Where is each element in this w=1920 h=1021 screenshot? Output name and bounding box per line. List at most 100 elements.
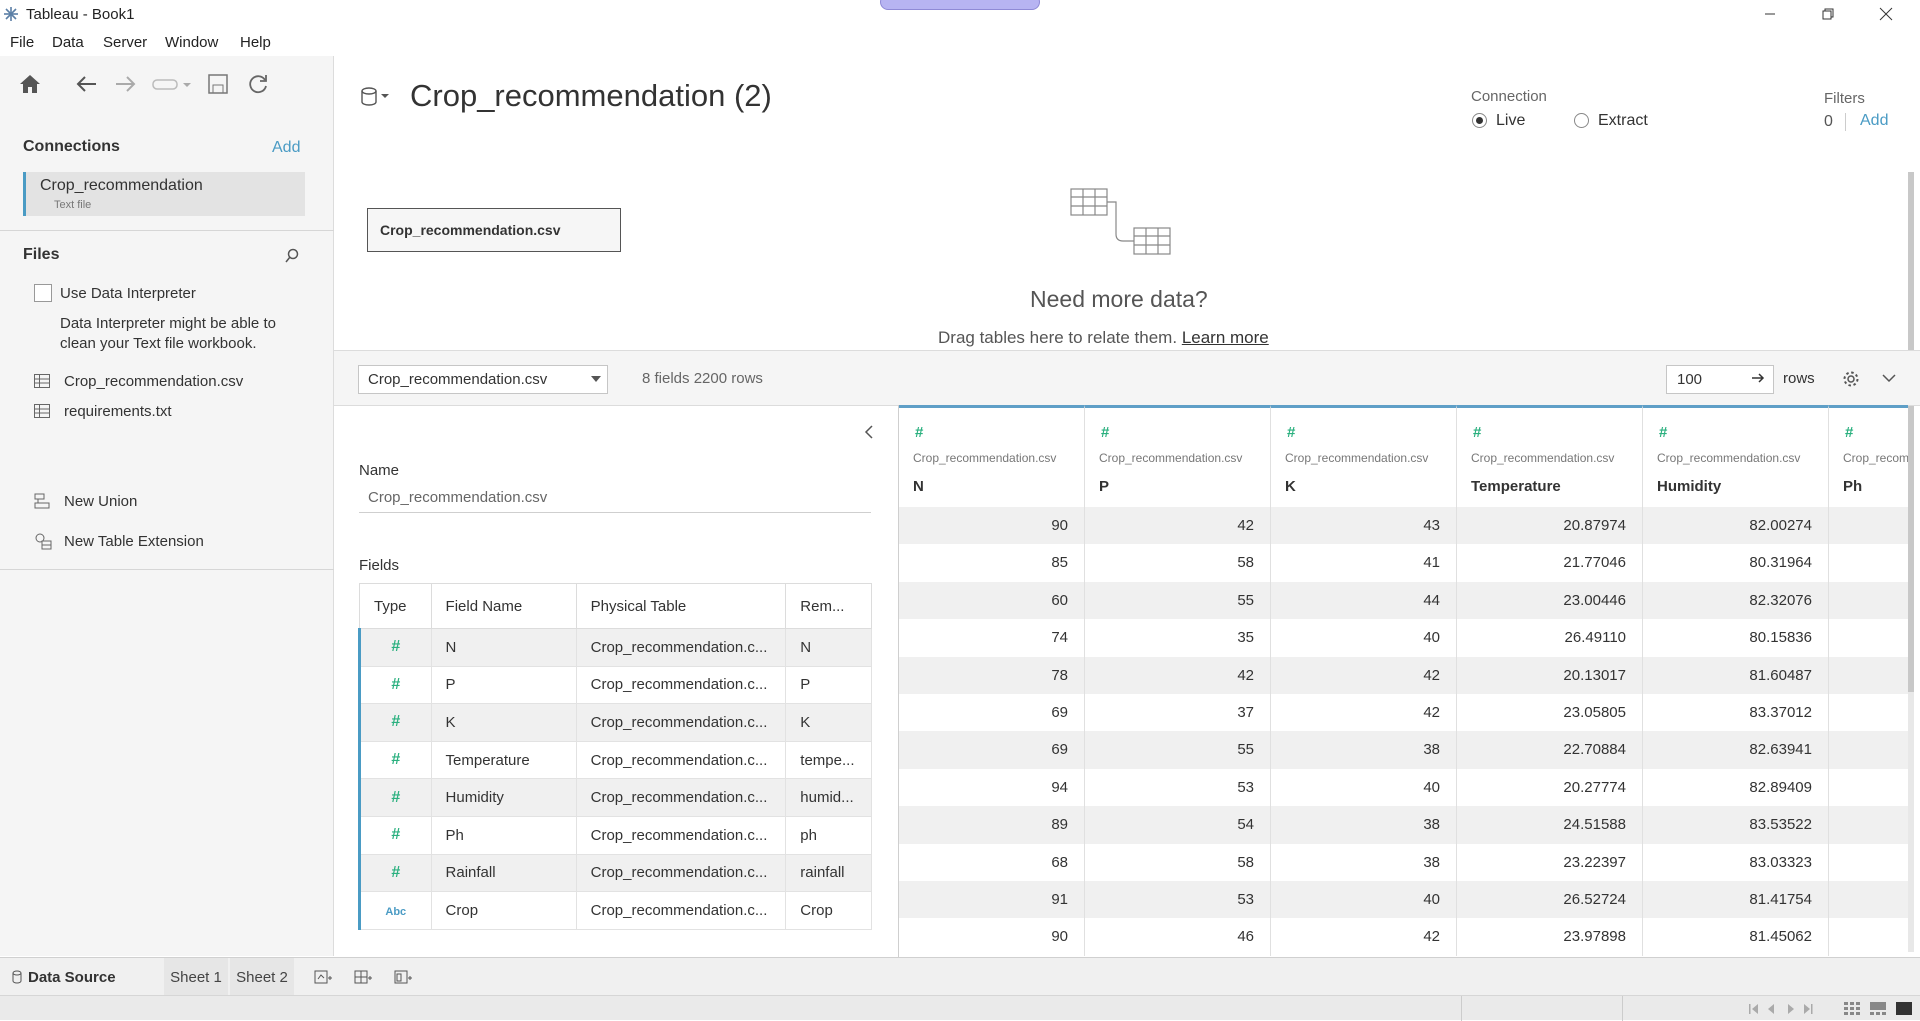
grid-cell[interactable]: 89 [899,806,1085,844]
grid-cell[interactable]: 43 [1271,507,1457,545]
header-field-name[interactable]: Field Name [430,583,577,629]
field-row[interactable]: # N Crop_recommendation.c... N [358,628,872,667]
field-row[interactable]: # P Crop_recommendation.c... P [358,665,872,705]
grid-cell[interactable]: 26.49110 [1457,619,1643,657]
new-dashboard-icon[interactable] [354,958,376,996]
number-type-icon[interactable]: # [358,815,432,855]
grid-cell[interactable]: 74 [899,619,1085,657]
field-name-cell[interactable]: Ph [430,815,577,855]
menu-server[interactable]: Server [103,34,147,51]
grid-cell[interactable]: 37 [1085,694,1271,732]
grid-cell[interactable]: 38 [1271,806,1457,844]
grid-cell[interactable]: 82.89409 [1643,768,1829,807]
file-item-requirements[interactable]: requirements.txt [34,400,172,422]
field-name-cell[interactable]: Rainfall [430,853,577,893]
grid-cell[interactable]: 83.53522 [1643,806,1829,844]
grid-cell[interactable] [1829,694,1908,731]
grid-cell[interactable] [1829,731,1908,768]
new-worksheet-icon[interactable] [314,958,336,996]
save-button[interactable] [202,68,234,100]
grid-cell[interactable]: 83.37012 [1643,694,1829,732]
datasource-icon[interactable] [360,86,394,108]
filters-add-link[interactable]: Add [1860,112,1888,130]
refresh-button[interactable] [242,68,274,100]
number-type-icon[interactable]: # [358,703,432,742]
restore-button[interactable] [1800,0,1856,28]
grid-cell[interactable]: 82.00274 [1643,507,1829,545]
string-type-icon[interactable]: Abc [358,891,432,930]
grid-cell[interactable]: 38 [1271,843,1457,881]
sheet-navigation-controls[interactable] [1748,1002,1818,1016]
collapse-panel-icon[interactable] [864,425,874,439]
grid-cell[interactable]: 42 [1271,656,1457,694]
grid-cell[interactable]: 60 [899,581,1085,620]
grid-cell[interactable]: 38 [1271,731,1457,769]
field-row[interactable]: # K Crop_recommendation.c... K [358,703,872,742]
number-type-icon[interactable]: # [1659,424,1667,441]
grid-cell[interactable]: 35 [1085,619,1271,657]
grid-cell[interactable] [1829,507,1908,544]
header-type[interactable]: Type [359,583,432,629]
number-type-icon[interactable]: # [358,853,432,893]
grid-cell[interactable]: 20.27774 [1457,768,1643,807]
grid-cell[interactable]: 91 [899,881,1085,919]
grid-cell[interactable] [1829,806,1908,843]
number-type-icon[interactable]: # [358,665,432,705]
new-story-icon[interactable] [394,958,416,996]
rows-input[interactable]: 100 [1666,365,1774,394]
scrollbar-thumb[interactable] [1908,172,1914,692]
connection-item[interactable]: Crop_recommendation Text file [23,172,305,216]
field-name-cell[interactable]: Humidity [430,778,577,817]
redo-dropdown-button[interactable] [150,68,196,100]
grid-cell[interactable]: 58 [1085,843,1271,881]
field-name-cell[interactable]: Temperature [430,740,577,780]
grid-cell[interactable]: 23.22397 [1457,843,1643,881]
number-type-icon[interactable]: # [358,778,432,817]
grid-cell[interactable]: 94 [899,768,1085,807]
grid-cell[interactable]: 82.32076 [1643,581,1829,620]
datasource-title[interactable]: Crop_recommendation (2) [410,78,772,114]
grid-cell[interactable] [1829,844,1908,881]
menu-window[interactable]: Window [165,34,218,51]
grid-cell[interactable] [1829,619,1908,656]
column-header[interactable]: # Crop_recommendation.csv P [1085,405,1271,507]
grid-cell[interactable]: 42 [1271,918,1457,956]
field-row[interactable]: # Rainfall Crop_recommendation.c... rainfal… [358,853,872,893]
grid-cell[interactable]: 69 [899,694,1085,732]
grid-cell[interactable]: 42 [1085,656,1271,694]
grid-cell[interactable]: 23.00446 [1457,581,1643,620]
grid-cell[interactable]: 40 [1271,881,1457,919]
table-select[interactable]: Crop_recommendation.csv [358,365,608,394]
tab-sheet-1[interactable]: Sheet 1 [164,958,228,996]
grid-cell[interactable]: 58 [1085,544,1271,582]
number-type-icon[interactable]: # [358,740,432,780]
grid-view-icon[interactable] [1844,1002,1860,1015]
grid-cell[interactable]: 22.70884 [1457,731,1643,769]
number-type-icon[interactable]: # [1473,424,1481,441]
field-row[interactable]: # Ph Crop_recommendation.c... ph [358,815,872,855]
forward-button[interactable] [110,68,142,100]
number-type-icon[interactable]: # [1845,424,1853,441]
new-union-item[interactable]: New Union [34,490,137,512]
grid-cell[interactable]: 55 [1085,581,1271,620]
field-name-cell[interactable]: P [430,665,577,705]
number-type-icon[interactable]: # [1287,424,1295,441]
grid-cell[interactable]: 44 [1271,581,1457,620]
arrow-right-icon[interactable] [1751,371,1765,385]
grid-cell[interactable]: 41 [1271,544,1457,582]
grid-cell[interactable]: 23.97898 [1457,918,1643,956]
column-header[interactable]: # Crop_recommendation.csv Temperature [1457,405,1643,507]
extract-radio[interactable] [1574,113,1589,128]
new-table-extension-item[interactable]: New Table Extension [34,530,204,552]
grid-cell[interactable] [1829,769,1908,806]
grid-cell[interactable]: 78 [899,656,1085,694]
grid-cell[interactable]: 80.15836 [1643,619,1829,657]
grid-cell[interactable] [1829,582,1908,619]
menu-data[interactable]: Data [52,34,84,51]
grid-cell[interactable]: 81.60487 [1643,656,1829,694]
tab-data-source[interactable]: Data Source [0,958,162,996]
search-files-icon[interactable] [284,248,300,264]
field-name-cell[interactable]: Crop [430,891,577,930]
grid-cell[interactable] [1829,544,1908,581]
grid-cell[interactable]: 40 [1271,768,1457,807]
